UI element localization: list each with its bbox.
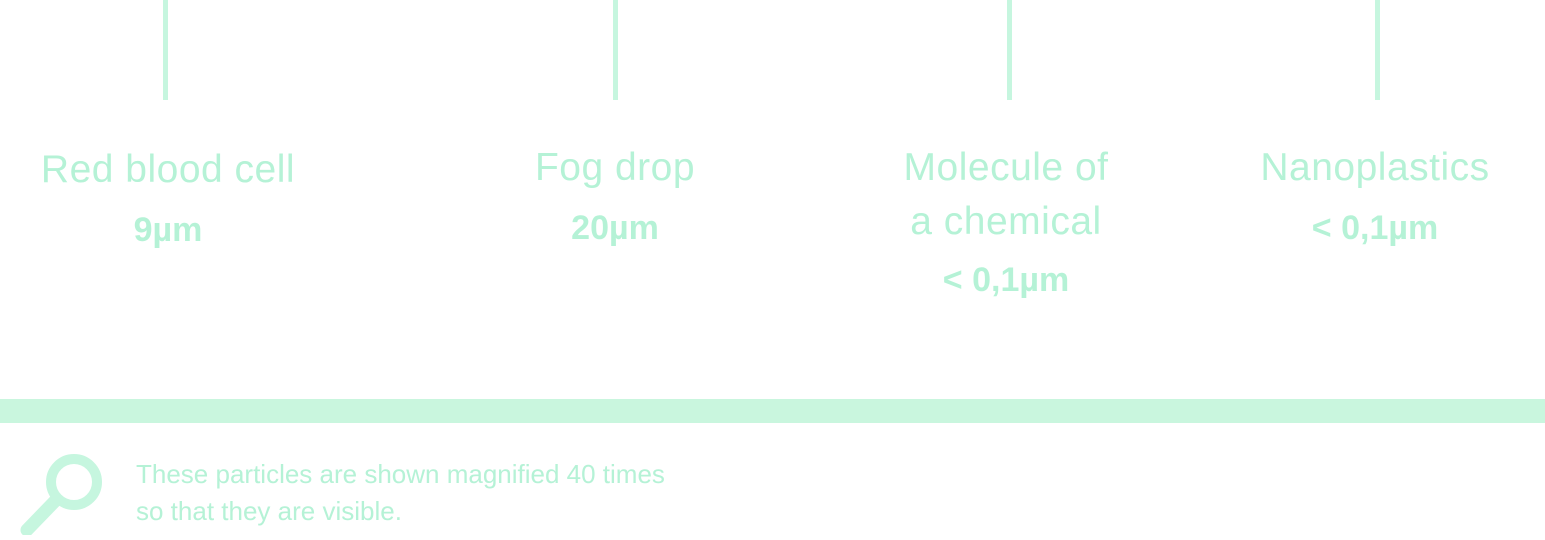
particle-name-line-2: a chemical (910, 200, 1102, 243)
connector-line-nanoplastics (1375, 0, 1380, 100)
divider-band (0, 399, 1545, 423)
connector-line-molecule (1007, 0, 1012, 100)
particle-name: Nanoplastics (1260, 146, 1490, 189)
note-line-2: so that they are visible. (136, 496, 402, 526)
magnifier-icon (18, 450, 108, 537)
particle-fog-drop: Fog drop 20µm (535, 141, 695, 253)
particle-red-blood-cell: Red blood cell 9µm (41, 143, 295, 255)
particle-size: 20µm (571, 209, 659, 247)
particle-size: < 0,1µm (942, 261, 1070, 299)
note-line-1: These particles are shown magnified 40 t… (136, 459, 665, 489)
particle-size: 9µm (133, 211, 203, 249)
connector-line-red-blood-cell (163, 0, 168, 100)
particle-molecule: Molecule of a chemical < 0,1µm (904, 141, 1109, 305)
particle-name-line-1: Molecule of (903, 146, 1109, 189)
magnification-note: These particles are shown magnified 40 t… (136, 456, 665, 530)
connector-line-fog-drop (613, 0, 618, 100)
particle-name: Fog drop (534, 146, 696, 189)
particle-name: Red blood cell (40, 148, 296, 191)
particle-nanoplastics: Nanoplastics < 0,1µm (1260, 141, 1489, 253)
particle-size: < 0,1µm (1311, 209, 1439, 247)
